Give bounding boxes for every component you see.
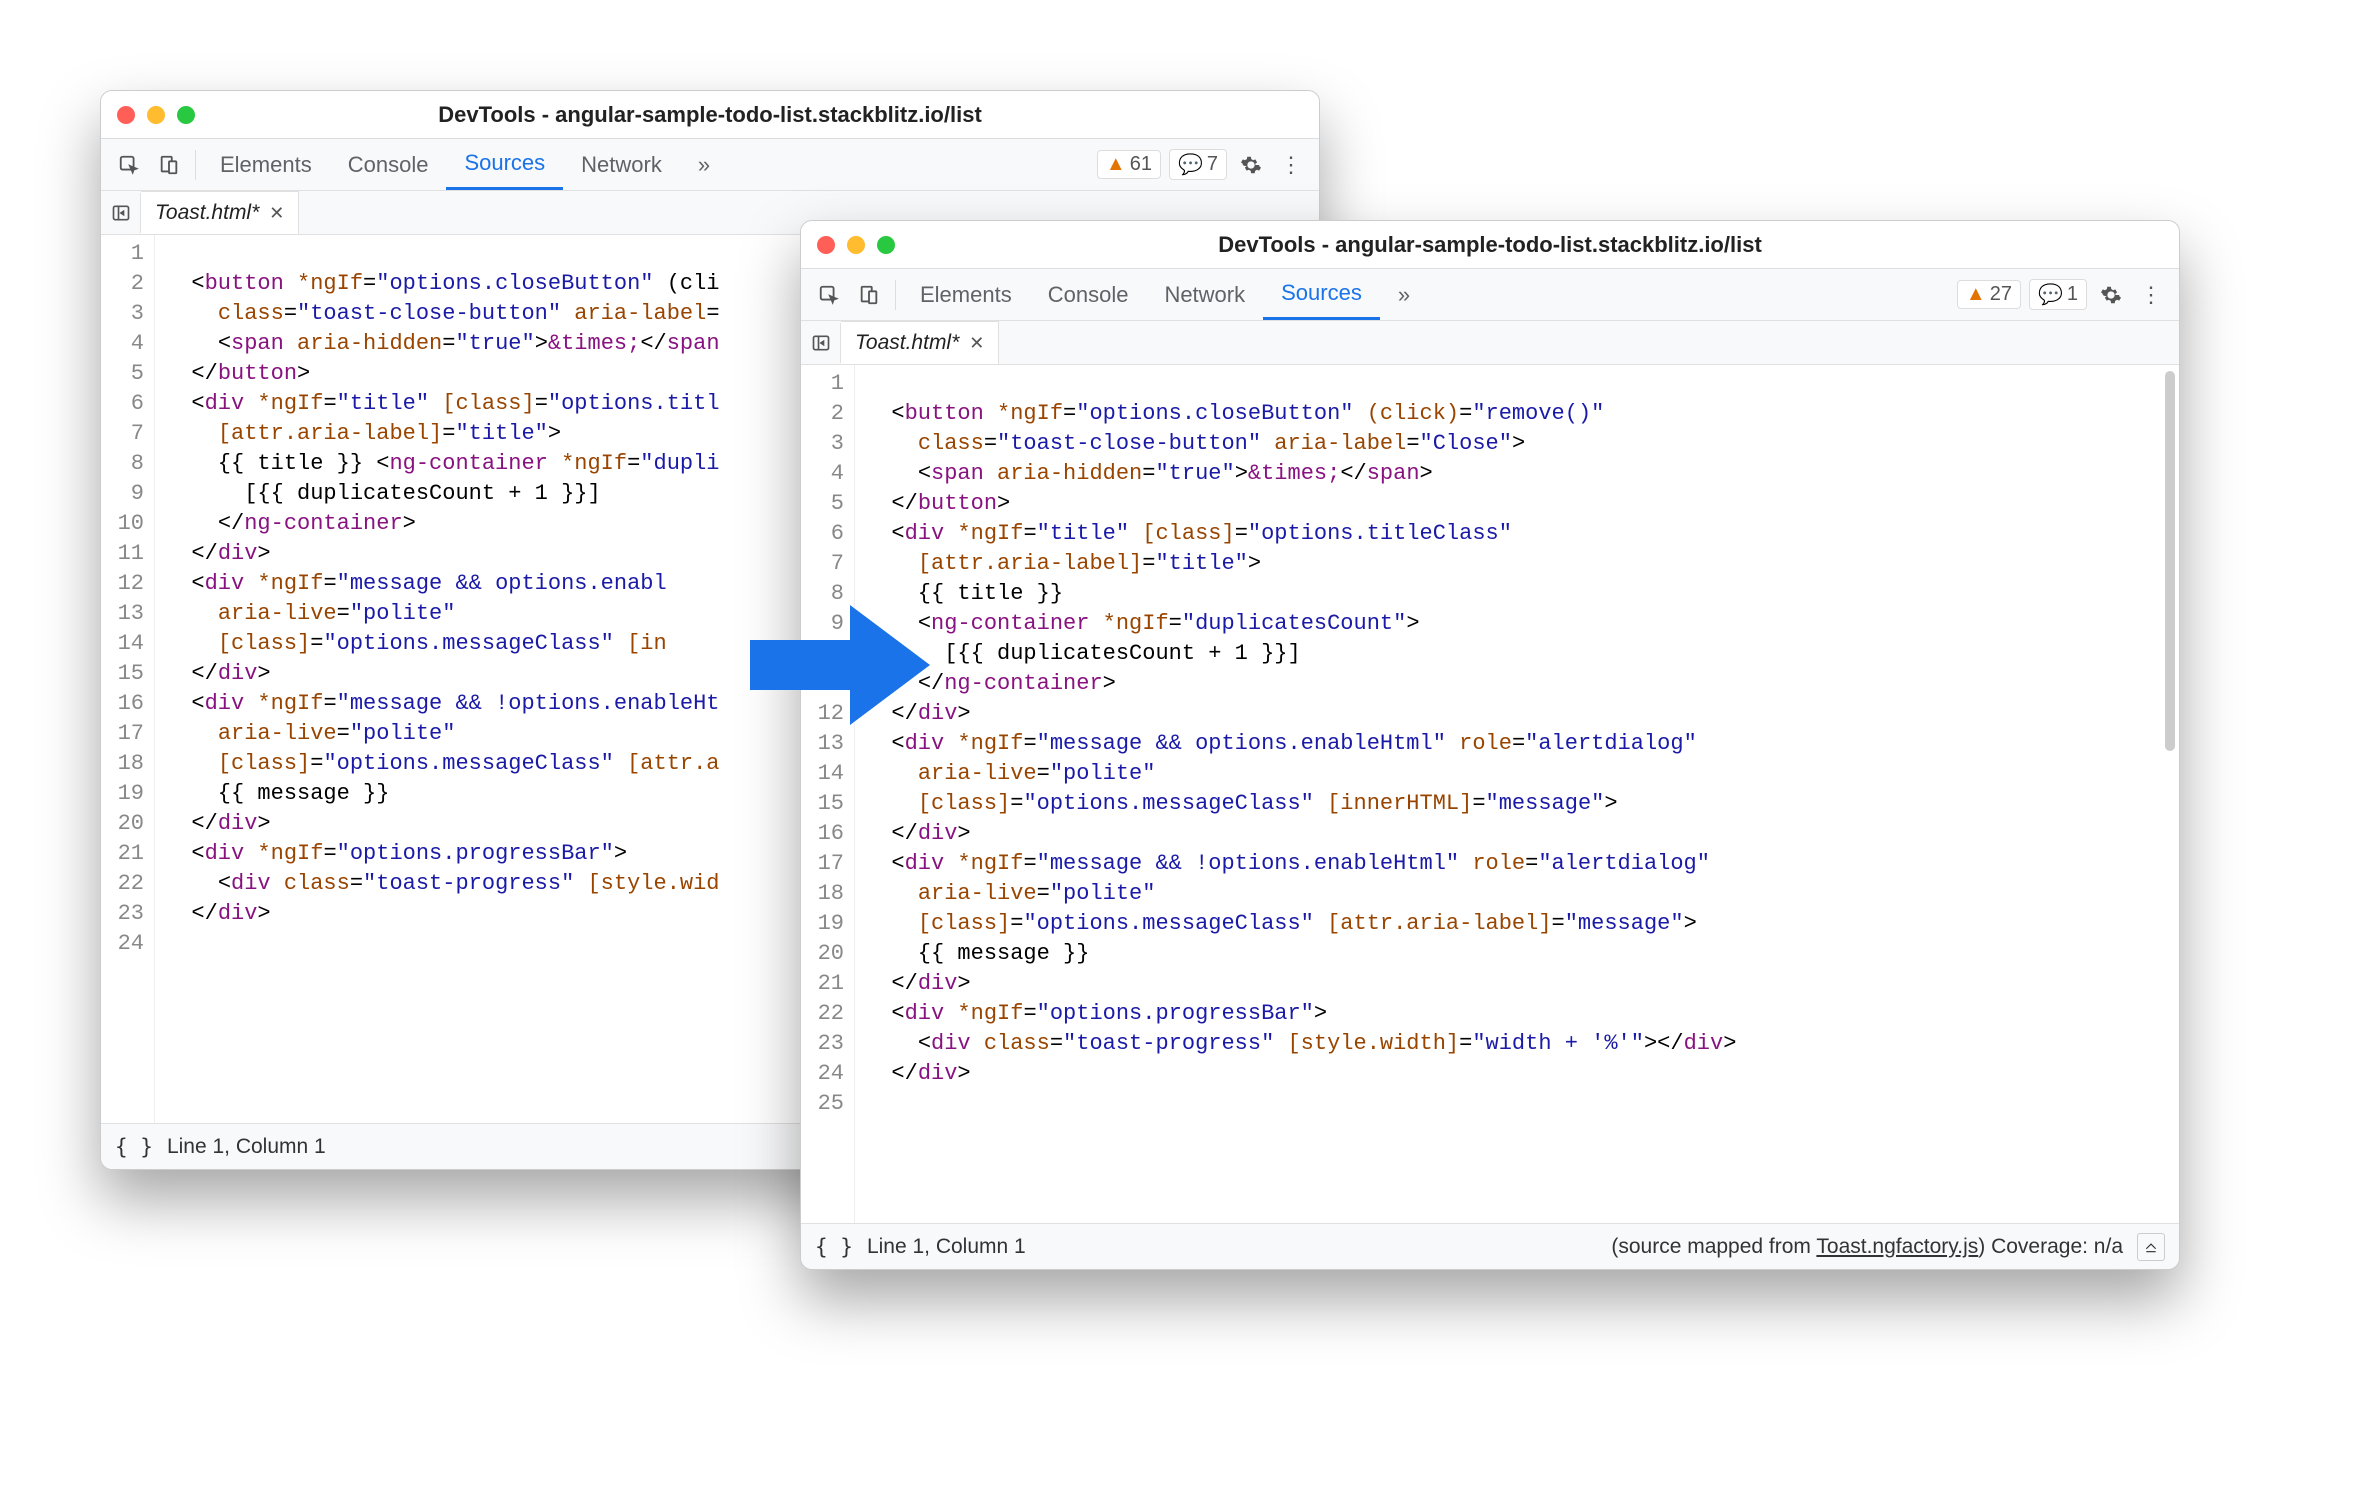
device-icon[interactable] [849,275,889,315]
close-icon[interactable] [117,106,135,124]
minimize-icon[interactable] [847,236,865,254]
maximize-icon[interactable] [177,106,195,124]
gear-icon[interactable] [1231,145,1271,185]
messages-badge[interactable]: 💬 7 [1169,149,1227,180]
arrow-icon [750,595,930,735]
warning-icon: ▲ [1106,153,1126,176]
close-icon[interactable]: ✕ [269,203,284,224]
warnings-badge[interactable]: ▲ 27 [1957,280,2021,309]
devtools-toolbar: ElementsConsoleNetworkSources » ▲ 27 💬 1… [801,269,2179,321]
titlebar: DevTools - angular-sample-todo-list.stac… [101,91,1319,139]
panel-tab-elements[interactable]: Elements [202,139,330,190]
line-gutter: 123456789101112131415161718192021222324 [101,235,155,1123]
file-tab-label: Toast.html* [855,331,959,355]
titlebar: DevTools - angular-sample-todo-list.stac… [801,221,2179,269]
more-tabs[interactable]: » [1380,269,1428,320]
panel-tab-sources[interactable]: Sources [1263,269,1380,320]
window-title: DevTools - angular-sample-todo-list.stac… [101,102,1319,128]
messages-badge[interactable]: 💬 1 [2029,279,2087,310]
kebab-icon[interactable]: ⋮ [2131,275,2171,315]
file-tab-label: Toast.html* [155,201,259,225]
inspect-icon[interactable] [109,145,149,185]
pretty-print-icon[interactable]: { } [815,1235,853,1259]
panel-tab-console[interactable]: Console [330,139,447,190]
line-gutter: 1234567891011121314151617181920212223242… [801,365,855,1223]
close-icon[interactable]: ✕ [969,333,984,354]
device-icon[interactable] [149,145,189,185]
kebab-icon[interactable]: ⋮ [1271,145,1311,185]
minimize-icon[interactable] [147,106,165,124]
file-tab[interactable]: Toast.html* ✕ [841,321,999,364]
warnings-count: 27 [1990,283,2012,306]
file-tab[interactable]: Toast.html* ✕ [141,191,299,234]
scrollbar[interactable] [2165,365,2177,1223]
panel-tab-console[interactable]: Console [1030,269,1147,320]
traffic-lights [117,106,195,124]
statusbar: { } Line 1, Column 1 (source mapped from… [801,1223,2179,1269]
code-editor[interactable]: 1234567891011121314151617181920212223242… [801,365,2179,1223]
warning-icon: ▲ [1966,283,1986,306]
source-map-info: (source mapped from Toast.ngfactory.js) … [1611,1235,2123,1259]
pretty-print-icon[interactable]: { } [115,1135,153,1159]
source-map-link[interactable]: Toast.ngfactory.js [1816,1235,1978,1258]
inspect-icon[interactable] [809,275,849,315]
more-tabs[interactable]: » [680,139,728,190]
message-icon: 💬 [1178,152,1203,177]
panel-tab-network[interactable]: Network [563,139,680,190]
code-content[interactable]: <button *ngIf="options.closeButton" (cli… [855,365,2179,1223]
panel-tab-sources[interactable]: Sources [446,139,563,190]
coverage-toggle-icon[interactable] [2137,1233,2165,1261]
warnings-count: 61 [1130,153,1152,176]
navigator-toggle-icon[interactable] [101,193,141,233]
devtools-toolbar: ElementsConsoleSourcesNetwork » ▲ 61 💬 7… [101,139,1319,191]
cursor-position: Line 1, Column 1 [167,1135,326,1159]
messages-count: 1 [2067,283,2078,306]
window-title: DevTools - angular-sample-todo-list.stac… [801,232,2179,258]
maximize-icon[interactable] [877,236,895,254]
message-icon: 💬 [2038,282,2063,307]
panel-tab-network[interactable]: Network [1146,269,1263,320]
cursor-position: Line 1, Column 1 [867,1235,1026,1259]
panel-tab-elements[interactable]: Elements [902,269,1030,320]
warnings-badge[interactable]: ▲ 61 [1097,150,1161,179]
messages-count: 7 [1207,153,1218,176]
file-tabs: Toast.html* ✕ [801,321,2179,365]
devtools-window-front: DevTools - angular-sample-todo-list.stac… [800,220,2180,1270]
traffic-lights [817,236,895,254]
navigator-toggle-icon[interactable] [801,323,841,363]
close-icon[interactable] [817,236,835,254]
gear-icon[interactable] [2091,275,2131,315]
